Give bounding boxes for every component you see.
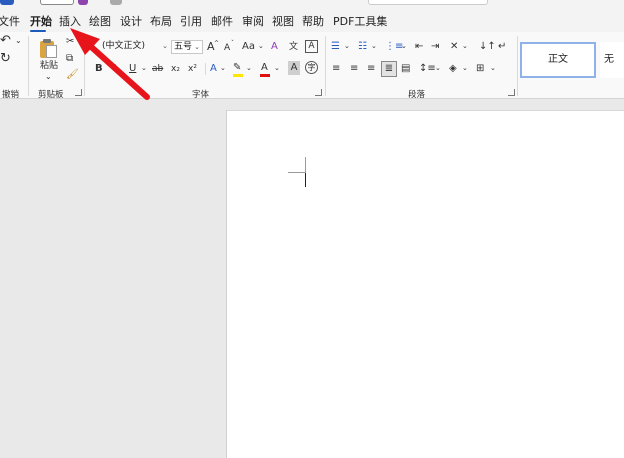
paste-icon[interactable] bbox=[40, 39, 58, 59]
borders-dropdown-icon[interactable]: ⌄ bbox=[490, 61, 496, 75]
font-size-value: 五号 bbox=[174, 42, 193, 52]
menu-tabs: 文件 开始 插入 绘图 设计 布局 引用 邮件 审阅 视图 帮助 PDF工具集 bbox=[0, 8, 624, 32]
bullets-icon[interactable]: ☰ bbox=[331, 40, 340, 54]
line-spacing-dropdown-icon[interactable]: ⌄ bbox=[435, 61, 441, 75]
tab-mailings[interactable]: 邮件 bbox=[211, 13, 233, 29]
tab-draw[interactable]: 绘图 bbox=[89, 13, 111, 29]
font-color-dropdown-icon[interactable]: ⌄ bbox=[274, 61, 280, 75]
cut-icon[interactable]: ✂ bbox=[66, 35, 74, 49]
tab-review[interactable]: 审阅 bbox=[242, 13, 264, 29]
change-case-button[interactable]: Aa bbox=[242, 40, 255, 54]
phonetic-guide-icon[interactable]: 文 bbox=[289, 40, 298, 54]
highlight-icon[interactable]: ✎ bbox=[233, 61, 241, 75]
undo-dropdown-icon[interactable]: ⌄ bbox=[15, 34, 22, 48]
underline-button[interactable]: U bbox=[129, 62, 136, 76]
redo-icon[interactable]: ↻ bbox=[0, 52, 11, 66]
strikethrough-button[interactable]: ab bbox=[152, 62, 163, 76]
align-center-icon[interactable]: ≡ bbox=[350, 62, 358, 76]
multilevel-dropdown-icon[interactable]: ⌄ bbox=[401, 39, 407, 53]
shrink-font-button[interactable]: A bbox=[224, 41, 230, 55]
enclose-characters-icon[interactable]: 字 bbox=[305, 61, 318, 74]
style-next-label: 无 bbox=[604, 54, 614, 65]
undo-icon[interactable]: ↶ bbox=[0, 34, 11, 48]
group-divider bbox=[84, 36, 85, 96]
superscript-button[interactable]: x² bbox=[188, 62, 197, 76]
highlight-color-bar bbox=[233, 74, 243, 77]
style-normal[interactable]: 正文 bbox=[520, 42, 596, 78]
tab-home[interactable]: 开始 bbox=[30, 13, 52, 29]
font-row-divider bbox=[205, 63, 206, 75]
group-divider bbox=[517, 36, 518, 96]
font-group-label: 字体 bbox=[192, 90, 210, 100]
align-left-icon[interactable]: ≡ bbox=[332, 62, 340, 76]
subscript-button[interactable]: x₂ bbox=[171, 62, 180, 76]
tab-design[interactable]: 设计 bbox=[120, 13, 142, 29]
undo-group-label: 撤销 bbox=[2, 90, 20, 100]
justify-icon[interactable]: ≣ bbox=[381, 61, 397, 77]
text-effects-icon[interactable]: A bbox=[210, 62, 217, 76]
increase-indent-icon[interactable]: ⇥ bbox=[431, 40, 439, 54]
clear-formatting-icon[interactable]: A bbox=[271, 40, 278, 54]
tab-help[interactable]: 帮助 bbox=[302, 13, 324, 29]
font-size-select[interactable]: 五号 ⌄ bbox=[171, 40, 203, 54]
copy-icon[interactable]: ⧉ bbox=[66, 52, 73, 66]
shading-icon[interactable]: ◈ bbox=[449, 62, 457, 76]
group-divider bbox=[325, 36, 326, 96]
show-marks-icon[interactable]: ↵ bbox=[498, 40, 506, 54]
tab-layout[interactable]: 布局 bbox=[150, 13, 172, 29]
highlight-dropdown-icon[interactable]: ⌄ bbox=[246, 61, 252, 75]
autosave-toggle[interactable] bbox=[40, 0, 74, 5]
group-divider bbox=[28, 36, 29, 96]
quick-access-item[interactable] bbox=[0, 0, 14, 5]
tab-pdf-tools[interactable]: PDF工具集 bbox=[333, 13, 387, 29]
bullets-dropdown-icon[interactable]: ⌄ bbox=[344, 39, 350, 53]
paste-dropdown-icon[interactable]: ⌄ bbox=[45, 70, 52, 84]
font-launcher-icon[interactable] bbox=[315, 89, 322, 96]
paragraph-group-label: 段落 bbox=[408, 90, 426, 100]
quick-access-item[interactable] bbox=[78, 0, 88, 5]
line-spacing-icon[interactable]: ↕≡ bbox=[419, 62, 436, 76]
grow-font-caret-icon: ^ bbox=[214, 40, 220, 47]
character-shading-button[interactable]: A bbox=[288, 61, 300, 75]
decrease-indent-icon[interactable]: ⇤ bbox=[415, 40, 423, 54]
title-search[interactable] bbox=[368, 0, 488, 5]
tab-references[interactable]: 引用 bbox=[180, 13, 202, 29]
chinese-layout-dropdown-icon[interactable]: ⌄ bbox=[462, 39, 468, 53]
align-right-icon[interactable]: ≡ bbox=[367, 62, 375, 76]
quick-access-item[interactable] bbox=[110, 0, 122, 5]
text-cursor bbox=[305, 173, 306, 187]
paragraph-launcher-icon[interactable] bbox=[508, 89, 515, 96]
distributed-icon[interactable]: ▤ bbox=[401, 62, 410, 76]
tab-file[interactable]: 文件 bbox=[0, 13, 20, 29]
style-next[interactable]: 无 bbox=[600, 42, 624, 78]
clipboard-launcher-icon[interactable] bbox=[75, 89, 82, 96]
borders-icon[interactable]: ⊞ bbox=[476, 62, 484, 76]
numbering-icon[interactable]: ☷ bbox=[358, 40, 367, 54]
sort-icon[interactable]: ↓↑ bbox=[479, 40, 496, 54]
chinese-layout-icon[interactable]: ✕ bbox=[450, 40, 458, 54]
style-normal-label: 正文 bbox=[548, 54, 568, 65]
numbering-dropdown-icon[interactable]: ⌄ bbox=[371, 39, 377, 53]
title-bar bbox=[0, 0, 624, 8]
underline-dropdown-icon[interactable]: ⌄ bbox=[141, 61, 147, 75]
clipboard-group-label: 剪贴板 bbox=[38, 90, 64, 100]
margin-mark bbox=[288, 172, 305, 173]
tab-view[interactable]: 视图 bbox=[272, 13, 294, 29]
margin-mark bbox=[305, 157, 306, 173]
character-border-icon[interactable]: A bbox=[305, 40, 318, 53]
font-name-value: (中文正文) bbox=[102, 41, 146, 51]
format-painter-icon[interactable]: 🖌 bbox=[66, 68, 79, 82]
shading-dropdown-icon[interactable]: ⌄ bbox=[462, 61, 468, 75]
font-name-select[interactable]: (中文正文) ⌄ bbox=[100, 40, 170, 54]
text-effects-dropdown-icon[interactable]: ⌄ bbox=[220, 61, 226, 75]
font-color-button[interactable]: A bbox=[261, 61, 268, 75]
document-page[interactable] bbox=[226, 110, 624, 458]
change-case-dropdown-icon[interactable]: ⌄ bbox=[258, 39, 264, 53]
tab-insert[interactable]: 插入 bbox=[59, 13, 81, 29]
font-color-bar bbox=[260, 74, 270, 77]
bold-button[interactable]: B bbox=[95, 62, 103, 76]
shrink-font-caret-icon: ˇ bbox=[231, 40, 234, 47]
italic-button[interactable]: I bbox=[113, 62, 116, 76]
